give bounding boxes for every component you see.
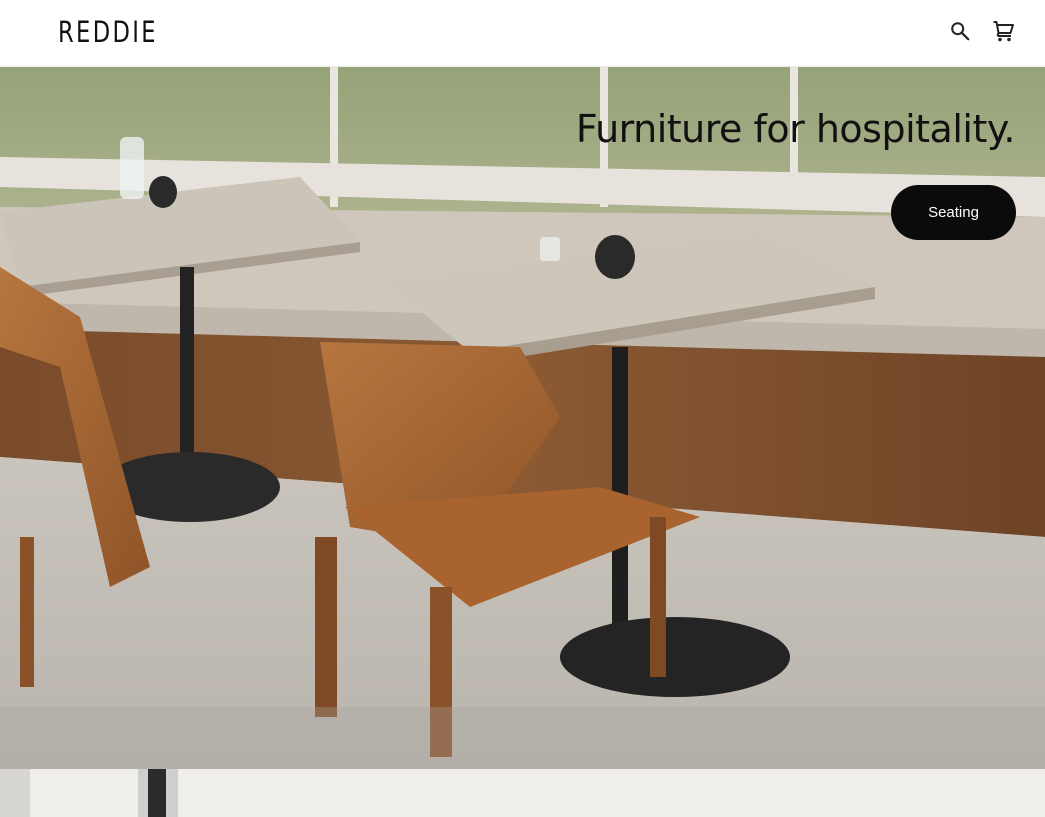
- site-header: REDDIE: [0, 0, 1045, 67]
- shopping-cart-icon[interactable]: [991, 18, 1017, 44]
- search-icon[interactable]: [947, 18, 973, 44]
- hero-title: Furniture for hospitality.: [575, 107, 1016, 151]
- seating-button[interactable]: Seating: [891, 185, 1016, 240]
- next-section-image: [0, 769, 1045, 817]
- hero-image: [0, 67, 1045, 769]
- next-section: [0, 769, 1045, 817]
- brand-logo[interactable]: REDDIE: [58, 16, 158, 48]
- hero-banner: Furniture for hospitality. Seating: [0, 67, 1045, 769]
